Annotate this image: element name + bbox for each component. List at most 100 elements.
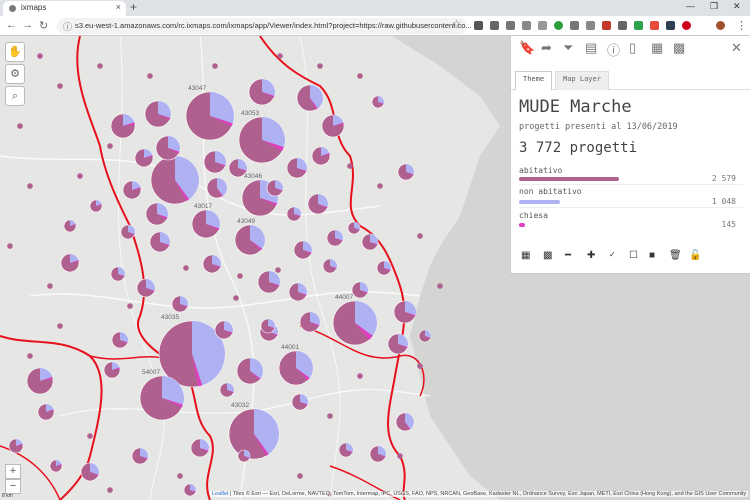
- pie-marker[interactable]: [144, 100, 172, 128]
- window-minimize-button[interactable]: —: [686, 1, 695, 11]
- browser-tab[interactable]: ixmaps ×: [3, 1, 126, 16]
- pie-marker[interactable]: [206, 177, 228, 199]
- info-icon[interactable]: ⓘ: [607, 40, 620, 59]
- tab-close-icon[interactable]: ×: [116, 2, 121, 12]
- pie-marker-small[interactable]: [397, 453, 403, 459]
- pie-marker[interactable]: [111, 331, 129, 349]
- category-bar[interactable]: [519, 223, 525, 227]
- pie-marker-small[interactable]: [327, 413, 333, 419]
- extension-icon[interactable]: [618, 21, 627, 30]
- pie-marker-small[interactable]: [237, 273, 243, 279]
- pie-marker-small[interactable]: [147, 73, 153, 79]
- pie-marker[interactable]: [248, 78, 276, 106]
- pie-marker[interactable]: [237, 449, 251, 463]
- extension-icon[interactable]: [506, 21, 515, 30]
- pie-marker[interactable]: [322, 258, 338, 274]
- pie-marker-small[interactable]: [357, 73, 363, 79]
- pie-marker-small[interactable]: [47, 283, 53, 289]
- category-bar[interactable]: [519, 200, 560, 204]
- pie-marker[interactable]: [171, 295, 189, 313]
- pie-marker[interactable]: [219, 382, 235, 398]
- window-close-button[interactable]: ✕: [733, 1, 741, 12]
- pie-marker[interactable]: [37, 403, 55, 421]
- extension-icon[interactable]: [474, 21, 483, 30]
- pie-marker-small[interactable]: [87, 433, 93, 439]
- pie-marker[interactable]: [145, 202, 169, 226]
- pie-marker-small[interactable]: [347, 163, 353, 169]
- pie-marker[interactable]: [214, 320, 234, 340]
- pie-marker[interactable]: [299, 311, 321, 333]
- avatar[interactable]: [716, 21, 725, 30]
- extension-icon[interactable]: [602, 21, 611, 30]
- pie-marker[interactable]: [347, 221, 361, 235]
- pie-marker-small[interactable]: [277, 53, 283, 59]
- pie-marker-small[interactable]: [7, 243, 13, 249]
- settings-gear-icon[interactable]: ⚙: [5, 64, 25, 84]
- pie-marker[interactable]: [63, 219, 77, 233]
- pie-marker[interactable]: [190, 438, 210, 458]
- new-tab-button[interactable]: +: [130, 0, 137, 14]
- pan-hand-icon[interactable]: ✋: [5, 42, 25, 62]
- pie-marker-small[interactable]: [17, 123, 23, 129]
- zoom-out-button[interactable]: −: [5, 479, 21, 494]
- zoom-in-button[interactable]: +: [5, 464, 21, 479]
- extension-icon[interactable]: [570, 21, 579, 30]
- pie-marker-small[interactable]: [127, 303, 133, 309]
- pie-marker[interactable]: [89, 199, 103, 213]
- back-icon[interactable]: ←: [6, 19, 17, 31]
- pie-marker-small[interactable]: [177, 473, 183, 479]
- filter-icon[interactable]: ⏷: [563, 40, 573, 56]
- minus-icon[interactable]: ━: [565, 250, 571, 261]
- pie-marker[interactable]: [257, 270, 281, 294]
- trash-icon[interactable]: 🗑: [669, 250, 682, 261]
- panel-close-button[interactable]: ✕: [731, 40, 742, 56]
- pie-marker[interactable]: [26, 367, 54, 395]
- pie-marker[interactable]: [376, 260, 392, 276]
- pie-marker[interactable]: [387, 333, 409, 355]
- extension-icon[interactable]: [682, 21, 691, 30]
- pie-marker[interactable]: [397, 163, 415, 181]
- pie-marker[interactable]: [49, 459, 63, 473]
- extension-icon[interactable]: [490, 21, 499, 30]
- pie-marker[interactable]: [286, 206, 302, 222]
- pie-marker[interactable]: [202, 254, 222, 274]
- pie-marker[interactable]: [296, 84, 324, 112]
- pie-marker-small[interactable]: [27, 183, 33, 189]
- category-bar[interactable]: [519, 177, 619, 181]
- share-icon[interactable]: ➦: [541, 40, 552, 56]
- pie-marker[interactable]: [236, 357, 264, 385]
- extension-icon[interactable]: [650, 21, 659, 30]
- pie-marker-small[interactable]: [107, 143, 113, 149]
- window-maximize-button[interactable]: ❐: [710, 1, 718, 12]
- pie-marker[interactable]: [326, 229, 344, 247]
- pie-marker[interactable]: [393, 300, 417, 324]
- square-filled-icon[interactable]: ■: [649, 250, 655, 261]
- pie-marker-small[interactable]: [212, 63, 218, 69]
- pie-marker-small[interactable]: [27, 353, 33, 359]
- pie-marker[interactable]: [149, 231, 171, 253]
- plus-icon[interactable]: ✚: [587, 250, 595, 261]
- pie-marker[interactable]: 43047: [185, 85, 235, 141]
- pie-marker[interactable]: [8, 438, 24, 454]
- table-icon[interactable]: ▦: [651, 40, 663, 56]
- search-icon[interactable]: ⌕: [5, 86, 25, 106]
- pie-marker[interactable]: [120, 224, 136, 240]
- extension-icon[interactable]: [666, 21, 675, 30]
- extension-icon[interactable]: [554, 21, 563, 30]
- pie-marker-small[interactable]: [417, 363, 423, 369]
- pie-marker-small[interactable]: [57, 83, 63, 89]
- pie-marker[interactable]: 43053: [238, 110, 286, 164]
- pie-marker[interactable]: 43017: [191, 203, 221, 239]
- pie-marker-small[interactable]: [377, 183, 383, 189]
- extension-icon[interactable]: [538, 21, 547, 30]
- pie-marker[interactable]: [369, 445, 387, 463]
- pie-marker[interactable]: 43032: [228, 402, 280, 460]
- pie-marker-small[interactable]: [57, 323, 63, 329]
- pie-marker[interactable]: 43035: [158, 314, 226, 388]
- browser-menu-icon[interactable]: ⋮: [736, 19, 747, 32]
- unlock-icon[interactable]: 🔓: [689, 250, 701, 261]
- pie-marker[interactable]: 43049: [234, 218, 266, 256]
- pie-marker[interactable]: [266, 179, 284, 197]
- pie-marker[interactable]: [183, 483, 197, 497]
- grid-large-icon[interactable]: ▩: [543, 250, 552, 261]
